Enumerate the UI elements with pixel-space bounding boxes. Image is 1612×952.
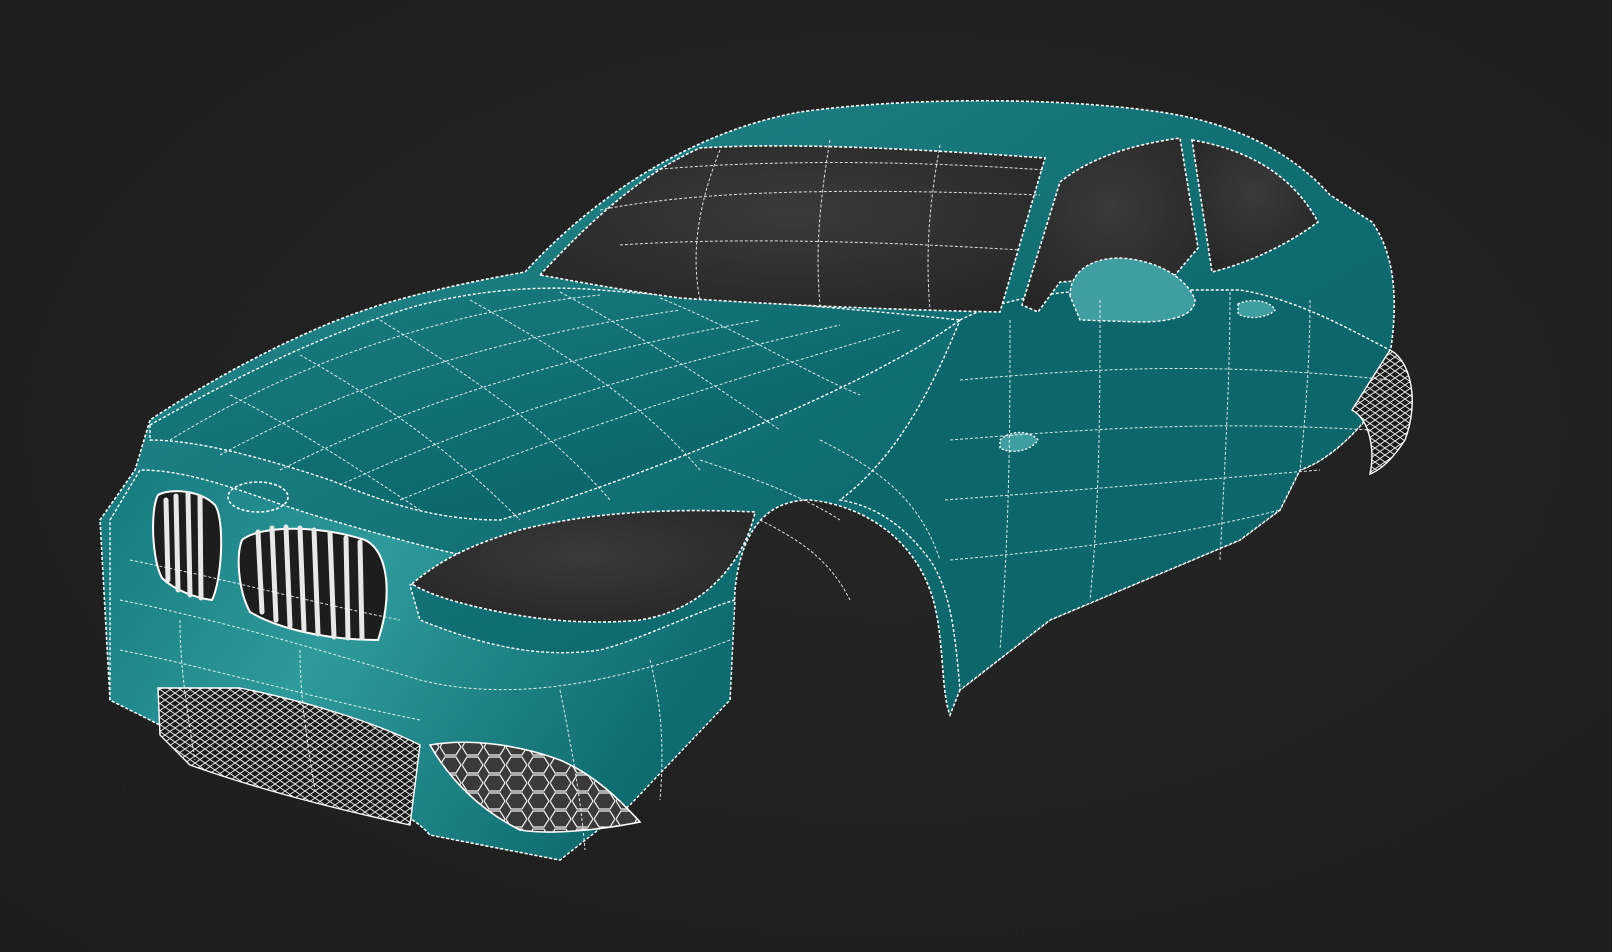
grille-slat (343, 535, 351, 641)
grille-slat (197, 494, 204, 601)
3d-viewport[interactable] (0, 0, 1612, 952)
grille-slat (173, 493, 181, 593)
car-model[interactable] (0, 0, 1612, 952)
grille-slat (185, 491, 193, 598)
grille-slat (357, 539, 365, 641)
wire-edge (759, 519, 851, 601)
windshield (538, 145, 1047, 313)
